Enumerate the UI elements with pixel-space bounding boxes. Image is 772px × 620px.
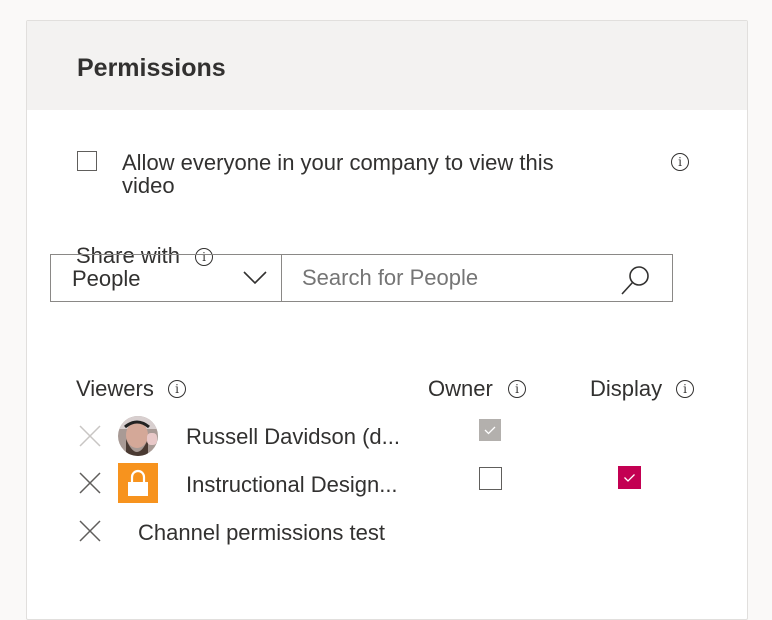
checkmark-icon [484, 426, 496, 435]
viewer-name: Instructional Design... [186, 472, 398, 497]
search-icon[interactable] [620, 264, 652, 296]
owner-checkbox [479, 419, 501, 441]
display-checkbox[interactable] [618, 466, 641, 489]
allow-everyone-label-line2: video [122, 173, 175, 198]
allow-everyone-checkbox[interactable] [77, 151, 97, 171]
remove-viewer-icon[interactable] [79, 425, 101, 447]
remove-viewer-icon[interactable] [79, 520, 101, 542]
display-header: Display [590, 376, 663, 401]
share-type-select[interactable]: People [50, 254, 282, 302]
owner-header: Owner [428, 376, 493, 401]
lock-icon [128, 469, 148, 496]
permissions-panel: Permissions [26, 20, 748, 620]
display-info-icon[interactable]: i [676, 380, 694, 398]
owner-info-icon[interactable]: i [508, 380, 526, 398]
people-search-input[interactable] [281, 254, 673, 302]
allow-everyone-label: Allow everyone in your company to view t… [122, 151, 554, 197]
share-type-value: People [72, 266, 141, 291]
avatar [118, 416, 158, 456]
viewer-name: Russell Davidson (d... [186, 424, 400, 449]
group-avatar [118, 463, 158, 503]
people-search-field[interactable] [302, 263, 602, 293]
panel-header: Permissions [27, 21, 747, 110]
checkmark-icon [624, 474, 635, 482]
remove-viewer-icon[interactable] [79, 472, 101, 494]
owner-checkbox[interactable] [479, 467, 502, 490]
viewers-info-icon[interactable]: i [168, 380, 186, 398]
allow-everyone-info-icon[interactable]: i [671, 153, 689, 171]
allow-everyone-label-line1: Allow everyone in your company to view t… [122, 150, 554, 175]
viewer-name: Channel permissions test [138, 520, 386, 545]
viewers-header: Viewers [76, 376, 154, 401]
panel-title: Permissions [77, 54, 226, 82]
chevron-down-icon [243, 271, 267, 285]
